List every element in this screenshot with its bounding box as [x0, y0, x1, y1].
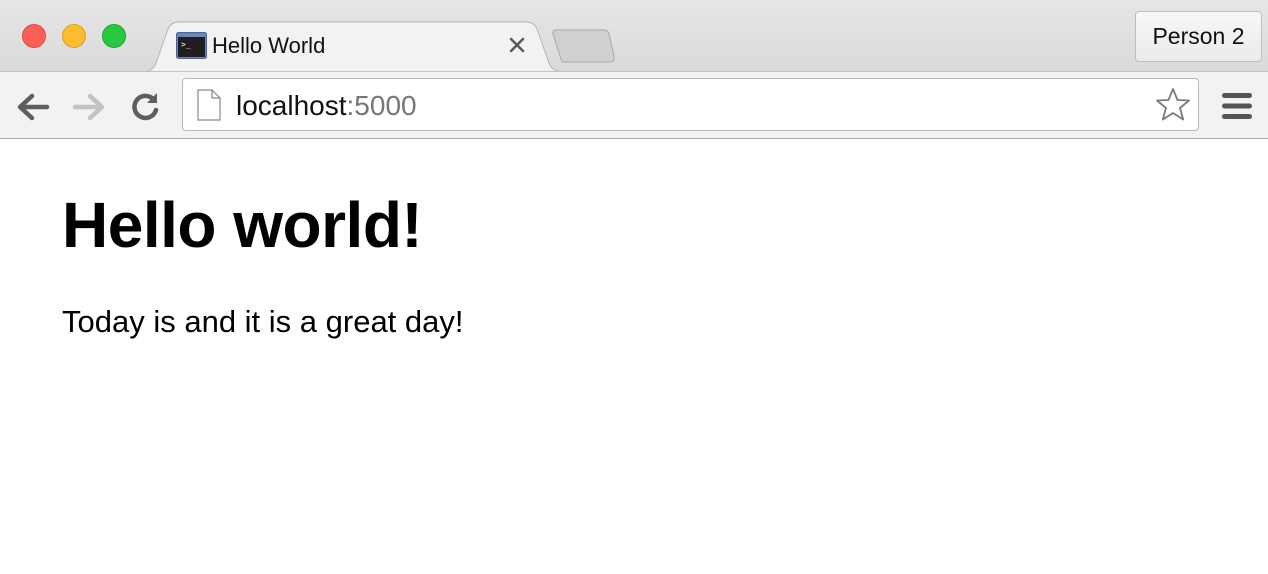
url-text[interactable]: localhost:5000: [236, 90, 417, 122]
tab-title: Hello World: [212, 33, 326, 58]
tab-background: [146, 21, 560, 72]
star-icon[interactable]: [1155, 87, 1191, 123]
page-heading: Hello world!: [62, 189, 423, 261]
window-close-button[interactable]: [22, 24, 46, 48]
back-button[interactable]: [15, 89, 51, 125]
tab-strip: >_ Hello World Person 2: [0, 0, 1268, 72]
page-paragraph: Today is and it is a great day!: [62, 304, 464, 339]
svg-text:>_: >_: [181, 40, 191, 49]
forward-button[interactable]: [71, 89, 107, 125]
window-maximize-button[interactable]: [102, 24, 126, 48]
browser-toolbar: localhost:5000: [0, 71, 1268, 139]
reload-button[interactable]: [127, 89, 163, 125]
document-icon: [197, 89, 221, 121]
close-icon[interactable]: [505, 33, 529, 57]
terminal-icon: >_: [176, 32, 207, 59]
profile-button[interactable]: Person 2: [1135, 11, 1262, 62]
new-tab-icon: [552, 29, 615, 63]
address-bar[interactable]: localhost:5000: [182, 78, 1199, 131]
arrow-left-icon: [17, 93, 50, 121]
url-port: :5000: [346, 90, 417, 121]
hamburger-menu-icon: [1222, 93, 1252, 119]
page-content: Hello world! Today is and it is a great …: [0, 140, 1268, 574]
browser-menu-button[interactable]: [1221, 91, 1253, 121]
window-minimize-button[interactable]: [62, 24, 86, 48]
arrow-right-icon: [72, 93, 105, 121]
url-host: localhost: [236, 90, 347, 121]
new-tab-button[interactable]: [548, 28, 620, 64]
browser-window: >_ Hello World Person 2 localhost:5000 H…: [0, 0, 1268, 574]
reload-icon: [132, 93, 159, 121]
tab-hello-world[interactable]: >_ Hello World: [146, 21, 560, 72]
